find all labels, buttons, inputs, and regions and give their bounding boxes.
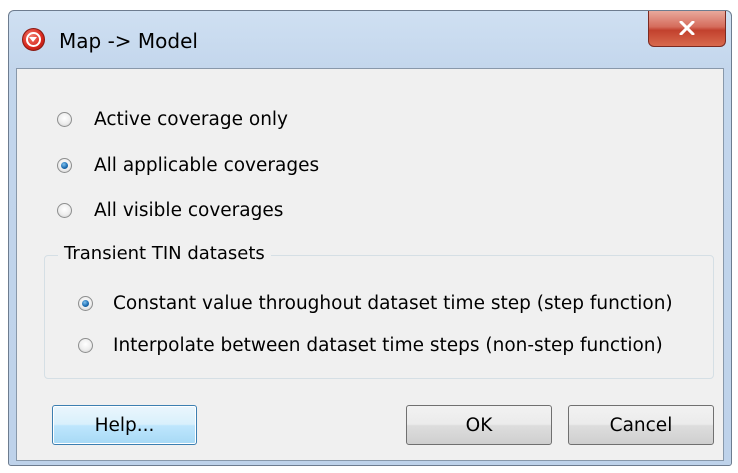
dialog-content: Active coverage only All applicable cove… [16, 68, 724, 461]
radio-label: All applicable coverages [94, 155, 320, 176]
radio-label: Interpolate between dataset time steps (… [113, 335, 663, 356]
cancel-button[interactable]: Cancel [568, 405, 714, 445]
transient-tin-group [44, 255, 714, 379]
radio-constant-value[interactable]: Constant value throughout dataset time s… [78, 293, 673, 314]
group-title: Transient TIN datasets [58, 243, 271, 264]
radio-label: Constant value throughout dataset time s… [113, 293, 673, 314]
close-button[interactable] [648, 11, 726, 47]
radio-active-coverage-only[interactable]: Active coverage only [57, 109, 288, 130]
radio-button[interactable] [78, 296, 93, 311]
radio-label: All visible coverages [94, 200, 284, 221]
title-bar[interactable]: Map -> Model [9, 11, 731, 69]
radio-interpolate[interactable]: Interpolate between dataset time steps (… [78, 335, 663, 356]
close-icon [679, 21, 695, 35]
radio-button[interactable] [57, 158, 72, 173]
radio-all-applicable-coverages[interactable]: All applicable coverages [57, 155, 319, 176]
radio-button[interactable] [57, 112, 72, 127]
ok-button[interactable]: OK [406, 405, 552, 445]
window-title: Map -> Model [59, 29, 198, 53]
dialog-window: Map -> Model Active coverage only All ap… [8, 10, 732, 466]
radio-button[interactable] [78, 338, 93, 353]
radio-button[interactable] [57, 203, 72, 218]
radio-label: Active coverage only [94, 109, 289, 130]
help-button[interactable]: Help... [52, 405, 197, 445]
app-logo-icon [22, 28, 45, 51]
radio-all-visible-coverages[interactable]: All visible coverages [57, 200, 283, 221]
